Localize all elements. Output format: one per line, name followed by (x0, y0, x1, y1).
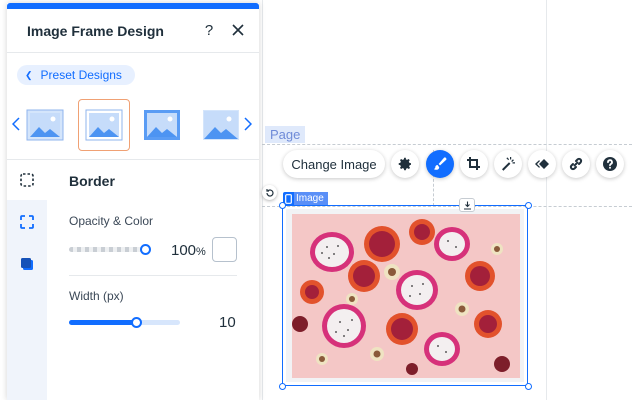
help-button[interactable] (596, 150, 624, 178)
preset-thumbnail[interactable] (195, 99, 247, 151)
stretch-handle[interactable] (459, 198, 475, 212)
filters-button[interactable] (494, 150, 522, 178)
design-tab-strip (7, 160, 47, 400)
download-arrow-icon (463, 201, 471, 210)
crop-button[interactable] (460, 150, 488, 178)
help-icon (603, 157, 617, 171)
change-image-button[interactable]: Change Image (283, 150, 385, 178)
image-selection-box[interactable] (282, 205, 528, 386)
page-label: Page (265, 126, 306, 143)
width-slider-fill (69, 320, 136, 325)
paintbrush-icon (433, 157, 447, 170)
panel-close-button[interactable] (229, 21, 247, 39)
page-guide-line (262, 144, 632, 145)
element-tag-label: Image (294, 192, 328, 205)
opacity-color-label: Opacity & Color (69, 214, 154, 228)
preset-thumbnail[interactable] (19, 99, 71, 151)
width-slider-knob[interactable] (130, 317, 142, 328)
panel-title: Image Frame Design (27, 23, 164, 39)
border-section-title: Border (69, 173, 115, 189)
border-color-swatch[interactable] (212, 237, 237, 262)
opacity-value: 100% (171, 242, 206, 259)
image-frame-design-panel: Image Frame Design ? ❮ Preset Designs Bo… (7, 3, 259, 400)
stage-left-edge (262, 0, 263, 400)
preset-designs-label: Preset Designs (40, 68, 122, 82)
tab-shadow[interactable] (7, 244, 47, 284)
settings-button[interactable] (391, 150, 419, 178)
width-label: Width (px) (69, 289, 124, 303)
panel-header[interactable]: Image Frame Design ? (7, 9, 259, 53)
preset-thumbnail[interactable] (136, 99, 188, 151)
preset-thumbnail-selected[interactable] (78, 99, 130, 151)
resize-handle-top-left[interactable] (279, 202, 286, 209)
resize-handle-bottom-right[interactable] (525, 383, 532, 390)
tab-border[interactable] (7, 160, 47, 200)
animation-button[interactable] (528, 150, 556, 178)
resize-handle-top-right[interactable] (525, 202, 532, 209)
rotate-icon (265, 188, 274, 197)
opacity-unit: % (196, 246, 206, 258)
image-preset-icon (203, 110, 239, 140)
carousel-next-button[interactable] (243, 116, 253, 132)
panel-help-button[interactable]: ? (200, 21, 218, 39)
chevron-left-icon: ❮ (25, 69, 33, 80)
width-value[interactable]: 10 (219, 314, 236, 331)
tab-corners[interactable] (7, 202, 47, 242)
opacity-slider-track[interactable] (69, 247, 145, 252)
border-dashed-icon (20, 173, 34, 187)
resize-handle-bottom-left[interactable] (279, 383, 286, 390)
image-preset-icon (85, 109, 123, 141)
chevron-right-icon (244, 117, 252, 131)
image-preset-icon (144, 110, 180, 140)
element-tag: Image (283, 192, 328, 205)
image-preset-icon (26, 109, 64, 141)
preset-designs-link[interactable]: ❮ Preset Designs (17, 65, 135, 85)
design-button[interactable] (426, 150, 454, 178)
gear-icon (398, 157, 411, 171)
divider (69, 275, 237, 276)
stage-right-edge (546, 0, 547, 400)
animation-icon (535, 159, 549, 169)
corners-icon (20, 215, 34, 229)
magic-wand-icon (502, 157, 515, 171)
crop-icon (467, 157, 480, 170)
close-icon (232, 24, 244, 36)
opacity-number: 100 (171, 242, 197, 259)
rotate-handle[interactable] (262, 185, 277, 200)
shadow-icon (21, 258, 33, 270)
opacity-slider-knob[interactable] (140, 244, 151, 255)
link-icon (569, 157, 583, 171)
link-button[interactable] (562, 150, 590, 178)
